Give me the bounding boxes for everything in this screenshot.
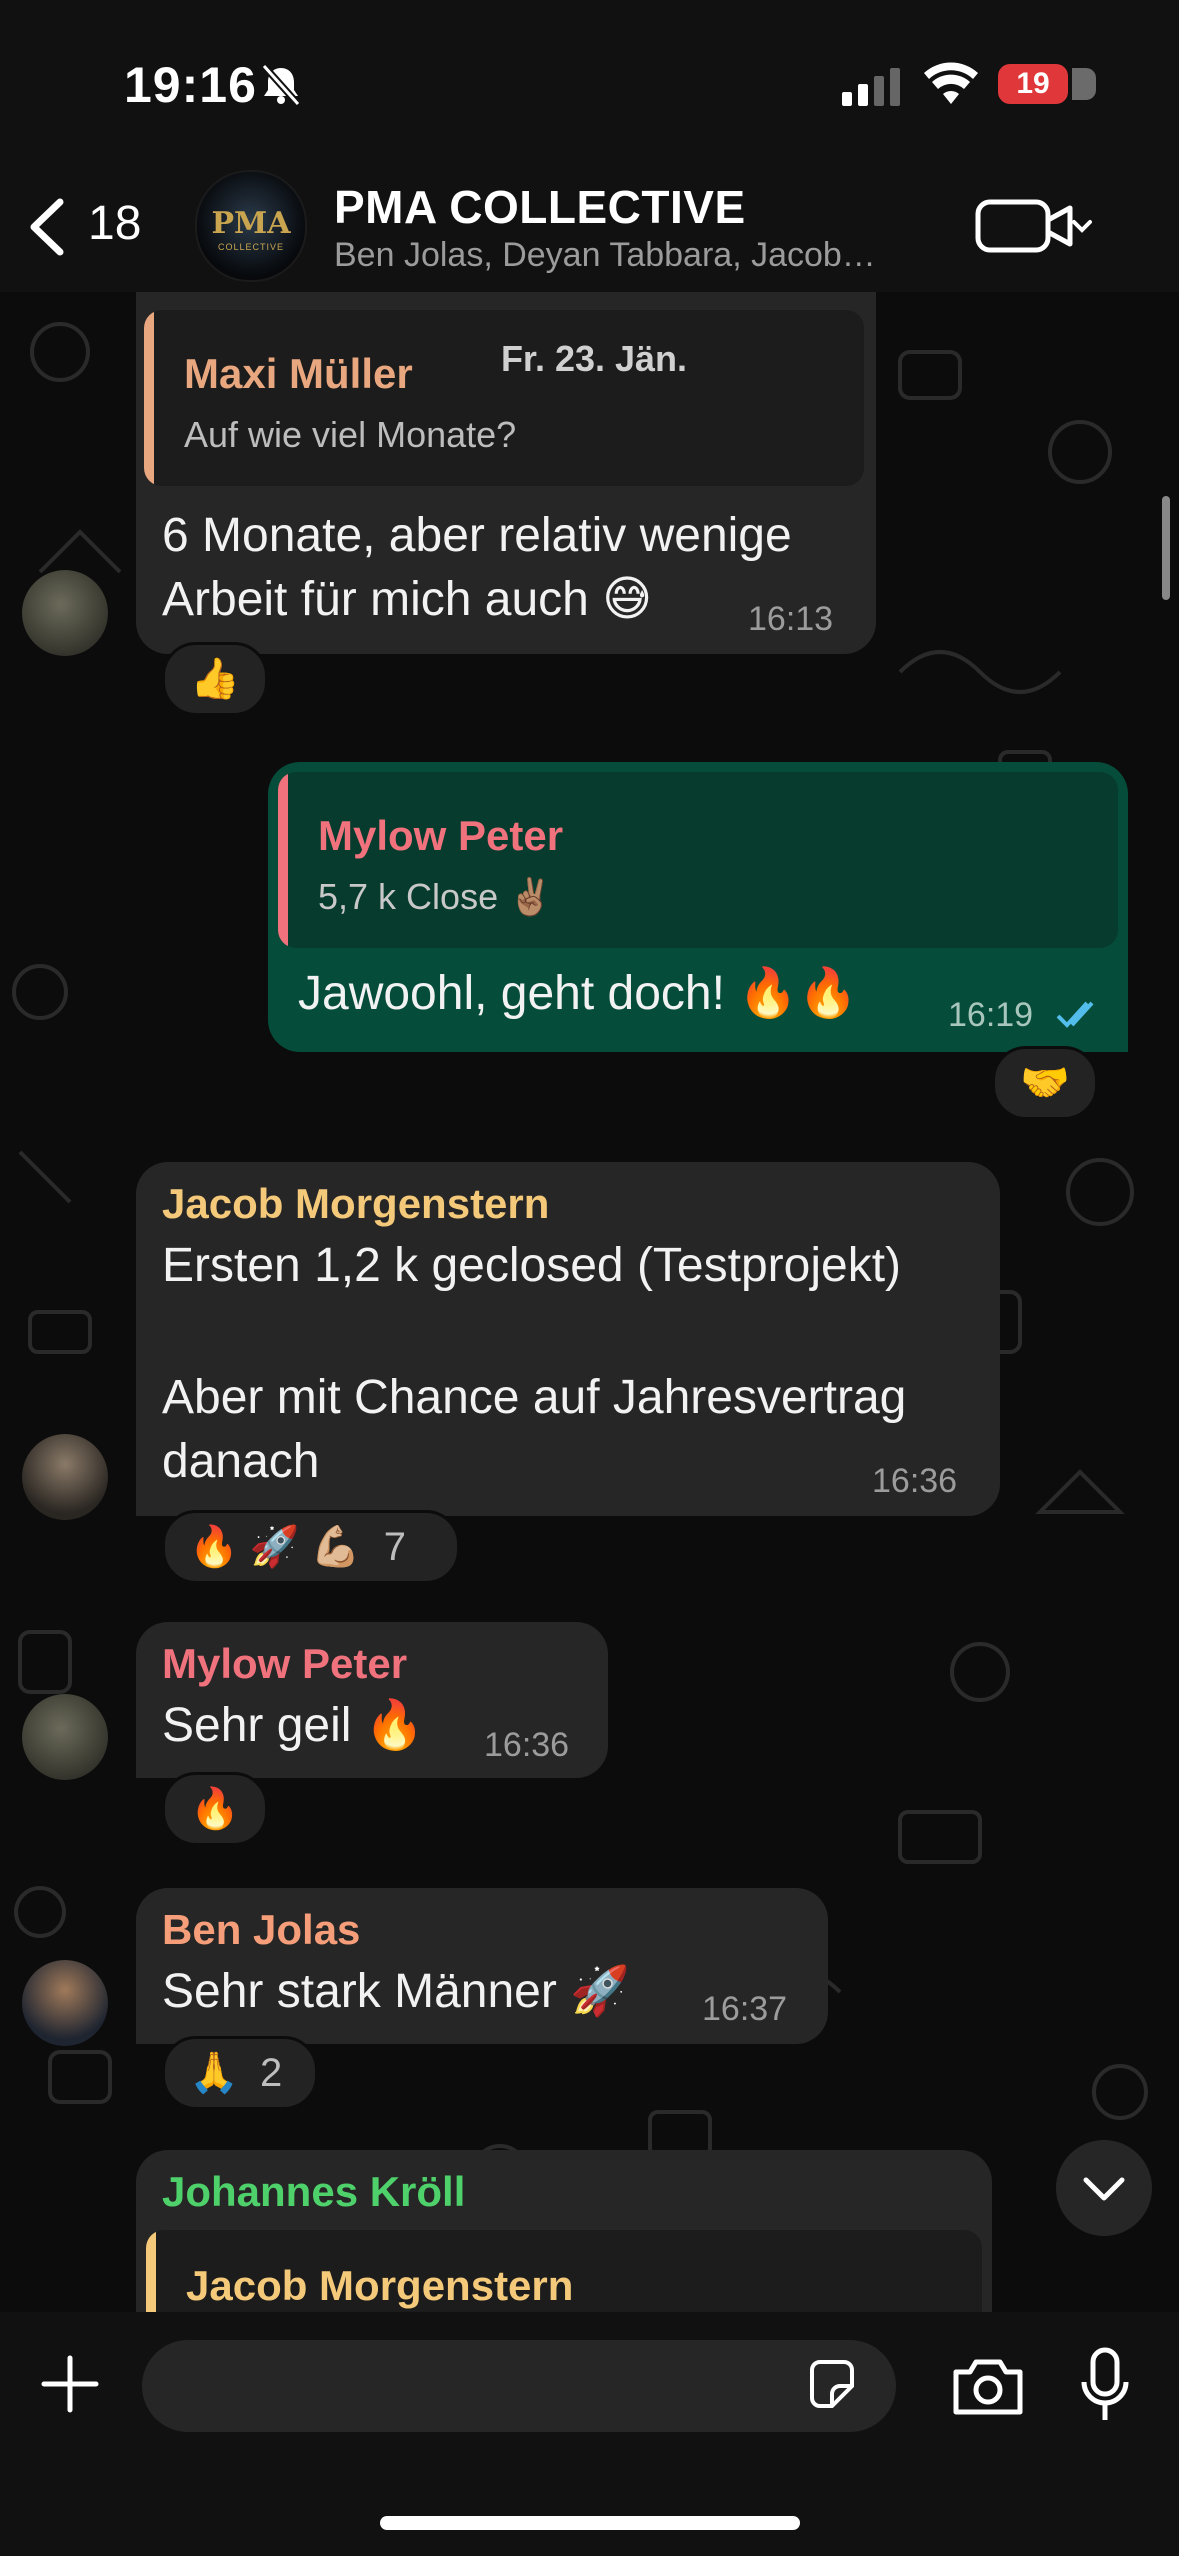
reaction-badge[interactable]: 🔥 🚀 💪🏼 7 — [162, 1510, 460, 1584]
avatar[interactable] — [22, 1694, 108, 1780]
message-text-line: 6 Monate, aber relativ wenige — [162, 509, 792, 562]
group-avatar[interactable]: PMA COLLECTIVE — [195, 170, 307, 282]
message-time: 16:36 — [872, 1462, 958, 1500]
message-text: Sehr stark Männer 🚀 — [162, 1965, 630, 2018]
message-time: 16:37 — [702, 1990, 788, 2028]
reaction-count: 7 — [383, 1525, 407, 1569]
camera-icon[interactable] — [950, 2354, 1026, 2423]
group-members[interactable]: Ben Jolas, Deyan Tabbara, Jacob… — [334, 236, 876, 275]
date-chip: Fr. 23. Jän. — [462, 332, 726, 386]
quote-sender: Mylow Peter — [318, 812, 564, 859]
back-chevron-icon[interactable] — [22, 196, 72, 263]
scrollbar[interactable] — [1162, 496, 1170, 600]
reaction-badge[interactable]: 🔥 — [162, 1772, 268, 1846]
quoted-message[interactable]: Mylow Peter 5,7 k Close ✌🏽 — [278, 772, 1118, 948]
quoted-message[interactable]: Maxi Müller Fr. 23. Jän. Auf wie viel Mo… — [144, 310, 864, 486]
avatar-logo-subtext: COLLECTIVE — [217, 242, 285, 252]
chevron-down-icon — [1083, 2177, 1125, 2201]
outgoing-message-bubble[interactable]: Mylow Peter 5,7 k Close ✌🏽 Jawoohl, geht… — [268, 762, 1128, 1052]
quote-text: Auf wie viel Monate? — [184, 414, 517, 455]
avatar[interactable] — [22, 1960, 108, 2046]
cellular-signal-icon — [842, 66, 904, 111]
reaction-badge[interactable]: 🙏 2 — [162, 2036, 318, 2110]
unread-count[interactable]: 18 — [88, 196, 141, 251]
avatar[interactable] — [22, 570, 108, 656]
message-text: Jawoohl, geht doch! 🔥🔥 — [298, 967, 858, 1020]
message-time: 16:13 — [748, 600, 834, 638]
message-input[interactable] — [142, 2340, 896, 2432]
video-call-icon[interactable] — [974, 196, 1094, 261]
scroll-to-bottom-button[interactable] — [1056, 2140, 1152, 2236]
sender-name: Mylow Peter — [162, 1640, 408, 1687]
quote-sender: Maxi Müller — [184, 350, 413, 397]
reaction-badge[interactable]: 🤝 — [992, 1046, 1098, 1120]
home-indicator — [380, 2516, 800, 2530]
quote-bar — [144, 310, 154, 486]
message-text-line: danach — [162, 1435, 320, 1488]
reaction-count: 2 — [259, 2051, 283, 2095]
sticker-icon[interactable] — [802, 2356, 862, 2421]
avatar-logo-text: PMA — [211, 206, 291, 241]
message-text: Sehr geil 🔥 — [162, 1699, 425, 1752]
battery-indicator: 19 — [998, 64, 1096, 104]
message-bubble[interactable]: Ben Jolas Sehr stark Männer 🚀 16:37 — [136, 1888, 828, 2044]
quote-sender: Jacob Morgenstern — [186, 2262, 574, 2309]
sender-name: Jacob Morgenstern — [162, 1180, 550, 1227]
date-chip-label: Fr. 23. Jän. — [500, 338, 688, 379]
message-text-line: Aber mit Chance auf Jahresvertrag — [162, 1371, 907, 1424]
message-time: 16:19 — [948, 996, 1034, 1034]
message-text-line: Ersten 1,2 k geclosed (Testprojekt) — [162, 1239, 902, 1292]
message-bubble[interactable]: Jacob Morgenstern Ersten 1,2 k geclosed … — [136, 1162, 1000, 1516]
quote-text: 5,7 k Close ✌🏽 — [318, 876, 553, 917]
wifi-icon — [922, 62, 980, 111]
muted-bell-icon — [258, 62, 304, 113]
status-time: 19:16 — [124, 57, 257, 113]
sender-name: Ben Jolas — [162, 1906, 361, 1953]
avatar[interactable] — [22, 1434, 108, 1520]
reaction-badge[interactable]: 👍 — [162, 642, 268, 716]
group-name[interactable]: PMA COLLECTIVE — [334, 180, 746, 234]
reaction-emojis: 🔥 🚀 💪🏼 — [189, 1525, 361, 1569]
message-text-line: Arbeit für mich auch 😅 — [162, 573, 653, 626]
reaction-emojis: 🙏 — [189, 2051, 239, 2095]
quote-bar — [278, 772, 288, 948]
sender-name: Johannes Kröll — [162, 2168, 466, 2215]
message-time: 16:36 — [484, 1726, 570, 1764]
microphone-icon[interactable] — [1080, 2346, 1130, 2431]
message-bubble[interactable]: Maxi Müller Fr. 23. Jän. Auf wie viel Mo… — [136, 292, 876, 654]
plus-icon[interactable] — [38, 2352, 102, 2421]
message-bubble[interactable]: Mylow Peter Sehr geil 🔥 16:36 — [136, 1622, 608, 1778]
read-ticks-icon — [1054, 998, 1104, 1037]
